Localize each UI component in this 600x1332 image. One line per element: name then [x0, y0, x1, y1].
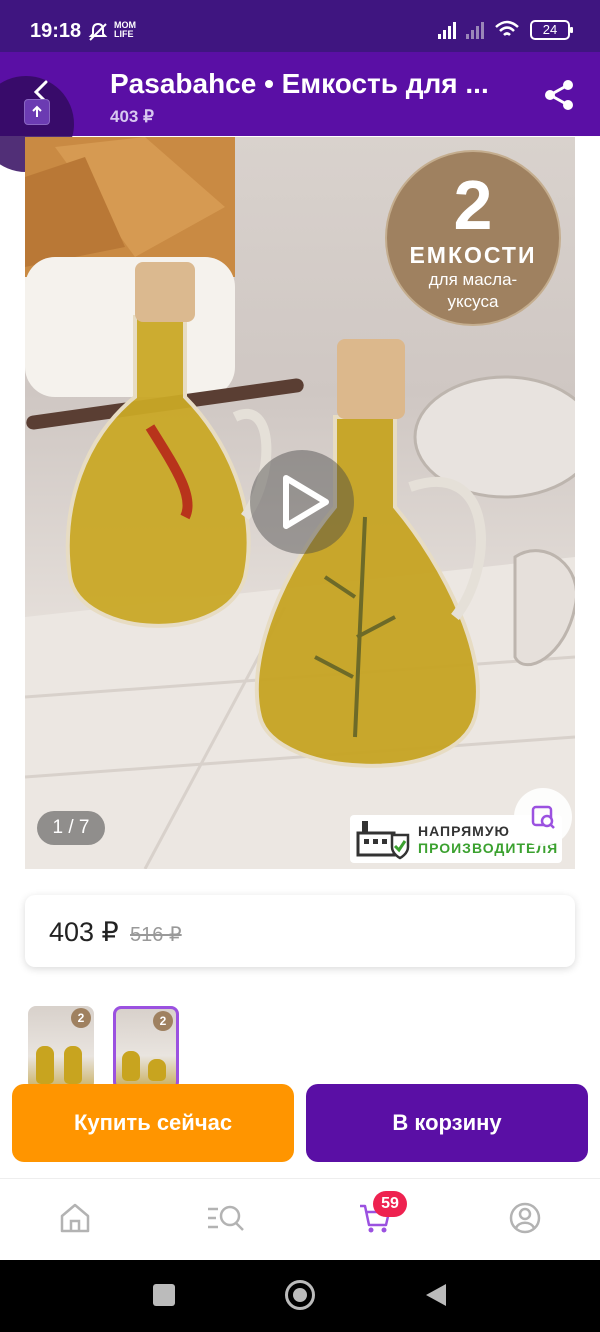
thumbnail-bottle-left	[36, 1046, 54, 1084]
buy-now-button[interactable]: Купить сейчас	[12, 1084, 294, 1162]
image-counter: 1 / 7	[37, 811, 105, 845]
volume-badge: 2 ЕМКОСТИ для масла- уксуса	[385, 150, 561, 326]
header-price: 403 ₽	[110, 107, 154, 126]
maker-line1: НАПРЯМУЮ	[418, 823, 510, 839]
upload-icon[interactable]	[24, 99, 50, 125]
signal-icon	[438, 21, 456, 39]
bottom-nav	[0, 1178, 600, 1260]
visual-search-button[interactable]	[514, 788, 572, 846]
profile-icon[interactable]	[508, 1201, 542, 1235]
wifi-icon	[495, 20, 519, 36]
thumbnail-badge: 2	[71, 1008, 91, 1028]
recent-apps-icon[interactable]	[153, 1284, 175, 1306]
thumbnail-bottle-right	[148, 1059, 166, 1081]
home-circle-icon[interactable]	[285, 1280, 315, 1310]
badge-text-2: уксуса	[447, 292, 499, 311]
old-price: 516 ₽	[130, 924, 182, 946]
system-nav-bar	[0, 1260, 600, 1332]
badge-number: 2	[453, 166, 493, 244]
play-video-button[interactable]	[250, 450, 354, 554]
price-card: 403 ₽ 516 ₽	[25, 895, 575, 967]
thumbnail-bottle-left	[122, 1051, 140, 1081]
current-price: 403 ₽	[49, 917, 119, 947]
product-image[interactable]: 2 ЕМКОСТИ для масла- уксуса 1 / 7 НАПРЯМ…	[25, 137, 575, 869]
catalog-search-icon[interactable]	[206, 1201, 246, 1235]
status-bar: 19:18 MOM LIFE 24	[0, 0, 600, 52]
app-bar: Pasabahce • Емкость для ... 403 ₽	[0, 52, 600, 172]
thumbnail-2[interactable]: 2	[113, 1006, 179, 1090]
carrier-logo: MOM LIFE	[114, 20, 136, 39]
signal-off-icon	[466, 21, 484, 39]
badge-text-1: для масла-	[428, 270, 518, 289]
bell-muted-icon	[88, 22, 108, 41]
home-icon[interactable]	[58, 1201, 92, 1235]
back-triangle-icon[interactable]	[424, 1282, 448, 1308]
image-search-icon	[531, 805, 555, 829]
factory-shield-icon	[356, 821, 410, 860]
status-icons: 24	[438, 20, 573, 40]
thumbnail-1[interactable]: 2	[28, 1006, 94, 1090]
battery-icon: 24	[530, 20, 573, 40]
thumbnail-bottle-right	[64, 1046, 82, 1084]
share-icon[interactable]	[542, 78, 576, 112]
badge-title: ЕМКОСТИ	[409, 242, 537, 268]
add-to-cart-button[interactable]: В корзину	[306, 1084, 588, 1162]
thumbnail-badge: 2	[153, 1011, 173, 1031]
product-title: Pasabahce • Емкость для ...	[110, 68, 489, 99]
play-icon	[283, 475, 329, 529]
status-time: 19:18	[30, 20, 82, 42]
cart-count-badge: 59	[373, 1191, 407, 1217]
